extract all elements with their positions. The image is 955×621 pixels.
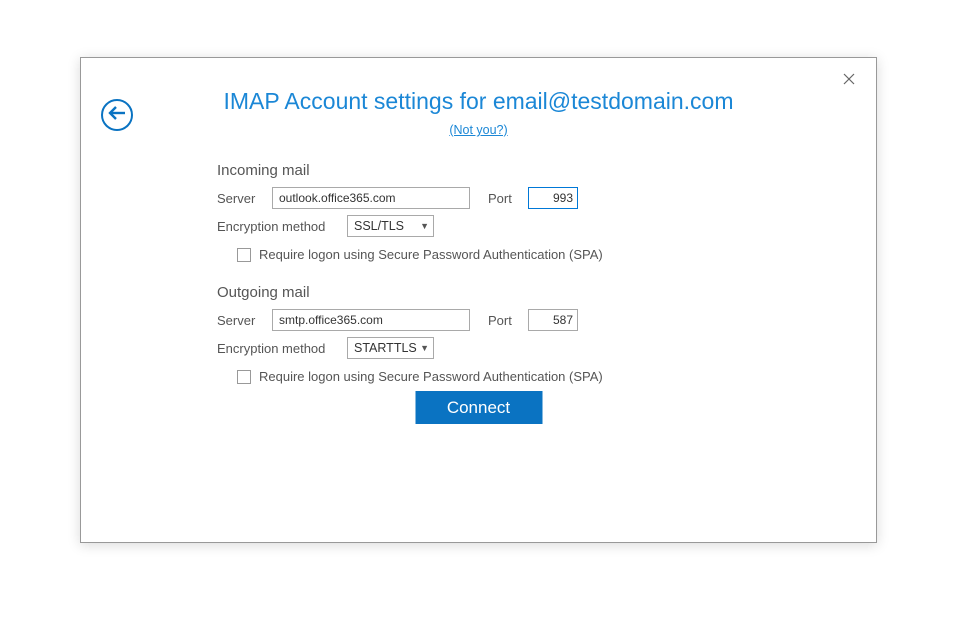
incoming-port-label: Port bbox=[488, 191, 528, 206]
not-you-link[interactable]: (Not you?) bbox=[449, 123, 507, 137]
close-icon bbox=[843, 72, 855, 89]
outgoing-spa-row: Require logon using Secure Password Auth… bbox=[237, 369, 757, 384]
connect-button[interactable]: Connect bbox=[415, 391, 542, 424]
outgoing-server-label: Server bbox=[217, 313, 272, 328]
outgoing-enc-value: STARTTLS bbox=[354, 341, 417, 355]
not-you-container: (Not you?) bbox=[81, 123, 876, 137]
outgoing-heading: Outgoing mail bbox=[217, 284, 757, 301]
outgoing-spa-checkbox[interactable] bbox=[237, 370, 251, 384]
outgoing-enc-label: Encryption method bbox=[217, 341, 347, 356]
incoming-server-label: Server bbox=[217, 191, 272, 206]
incoming-server-input[interactable] bbox=[272, 187, 470, 209]
outgoing-spa-label: Require logon using Secure Password Auth… bbox=[259, 369, 603, 384]
incoming-enc-row: Encryption method SSL/TLS ▼ bbox=[217, 215, 757, 237]
incoming-heading: Incoming mail bbox=[217, 162, 757, 179]
outgoing-port-label: Port bbox=[488, 313, 528, 328]
incoming-server-row: Server Port bbox=[217, 187, 757, 209]
incoming-port-input[interactable] bbox=[528, 187, 578, 209]
chevron-down-icon: ▼ bbox=[420, 221, 429, 231]
outgoing-enc-row: Encryption method STARTTLS ▼ bbox=[217, 337, 757, 359]
incoming-spa-checkbox[interactable] bbox=[237, 248, 251, 262]
outgoing-server-input[interactable] bbox=[272, 309, 470, 331]
dialog-title: IMAP Account settings for email@testdoma… bbox=[81, 88, 876, 115]
incoming-enc-dropdown[interactable]: SSL/TLS ▼ bbox=[347, 215, 434, 237]
incoming-spa-label: Require logon using Secure Password Auth… bbox=[259, 247, 603, 262]
form-area: Incoming mail Server Port Encryption met… bbox=[217, 162, 757, 406]
outgoing-server-row: Server Port bbox=[217, 309, 757, 331]
account-settings-dialog: IMAP Account settings for email@testdoma… bbox=[80, 57, 877, 543]
incoming-enc-label: Encryption method bbox=[217, 219, 347, 234]
outgoing-port-input[interactable] bbox=[528, 309, 578, 331]
incoming-spa-row: Require logon using Secure Password Auth… bbox=[237, 247, 757, 262]
chevron-down-icon: ▼ bbox=[420, 343, 429, 353]
outgoing-enc-dropdown[interactable]: STARTTLS ▼ bbox=[347, 337, 434, 359]
incoming-enc-value: SSL/TLS bbox=[354, 219, 404, 233]
